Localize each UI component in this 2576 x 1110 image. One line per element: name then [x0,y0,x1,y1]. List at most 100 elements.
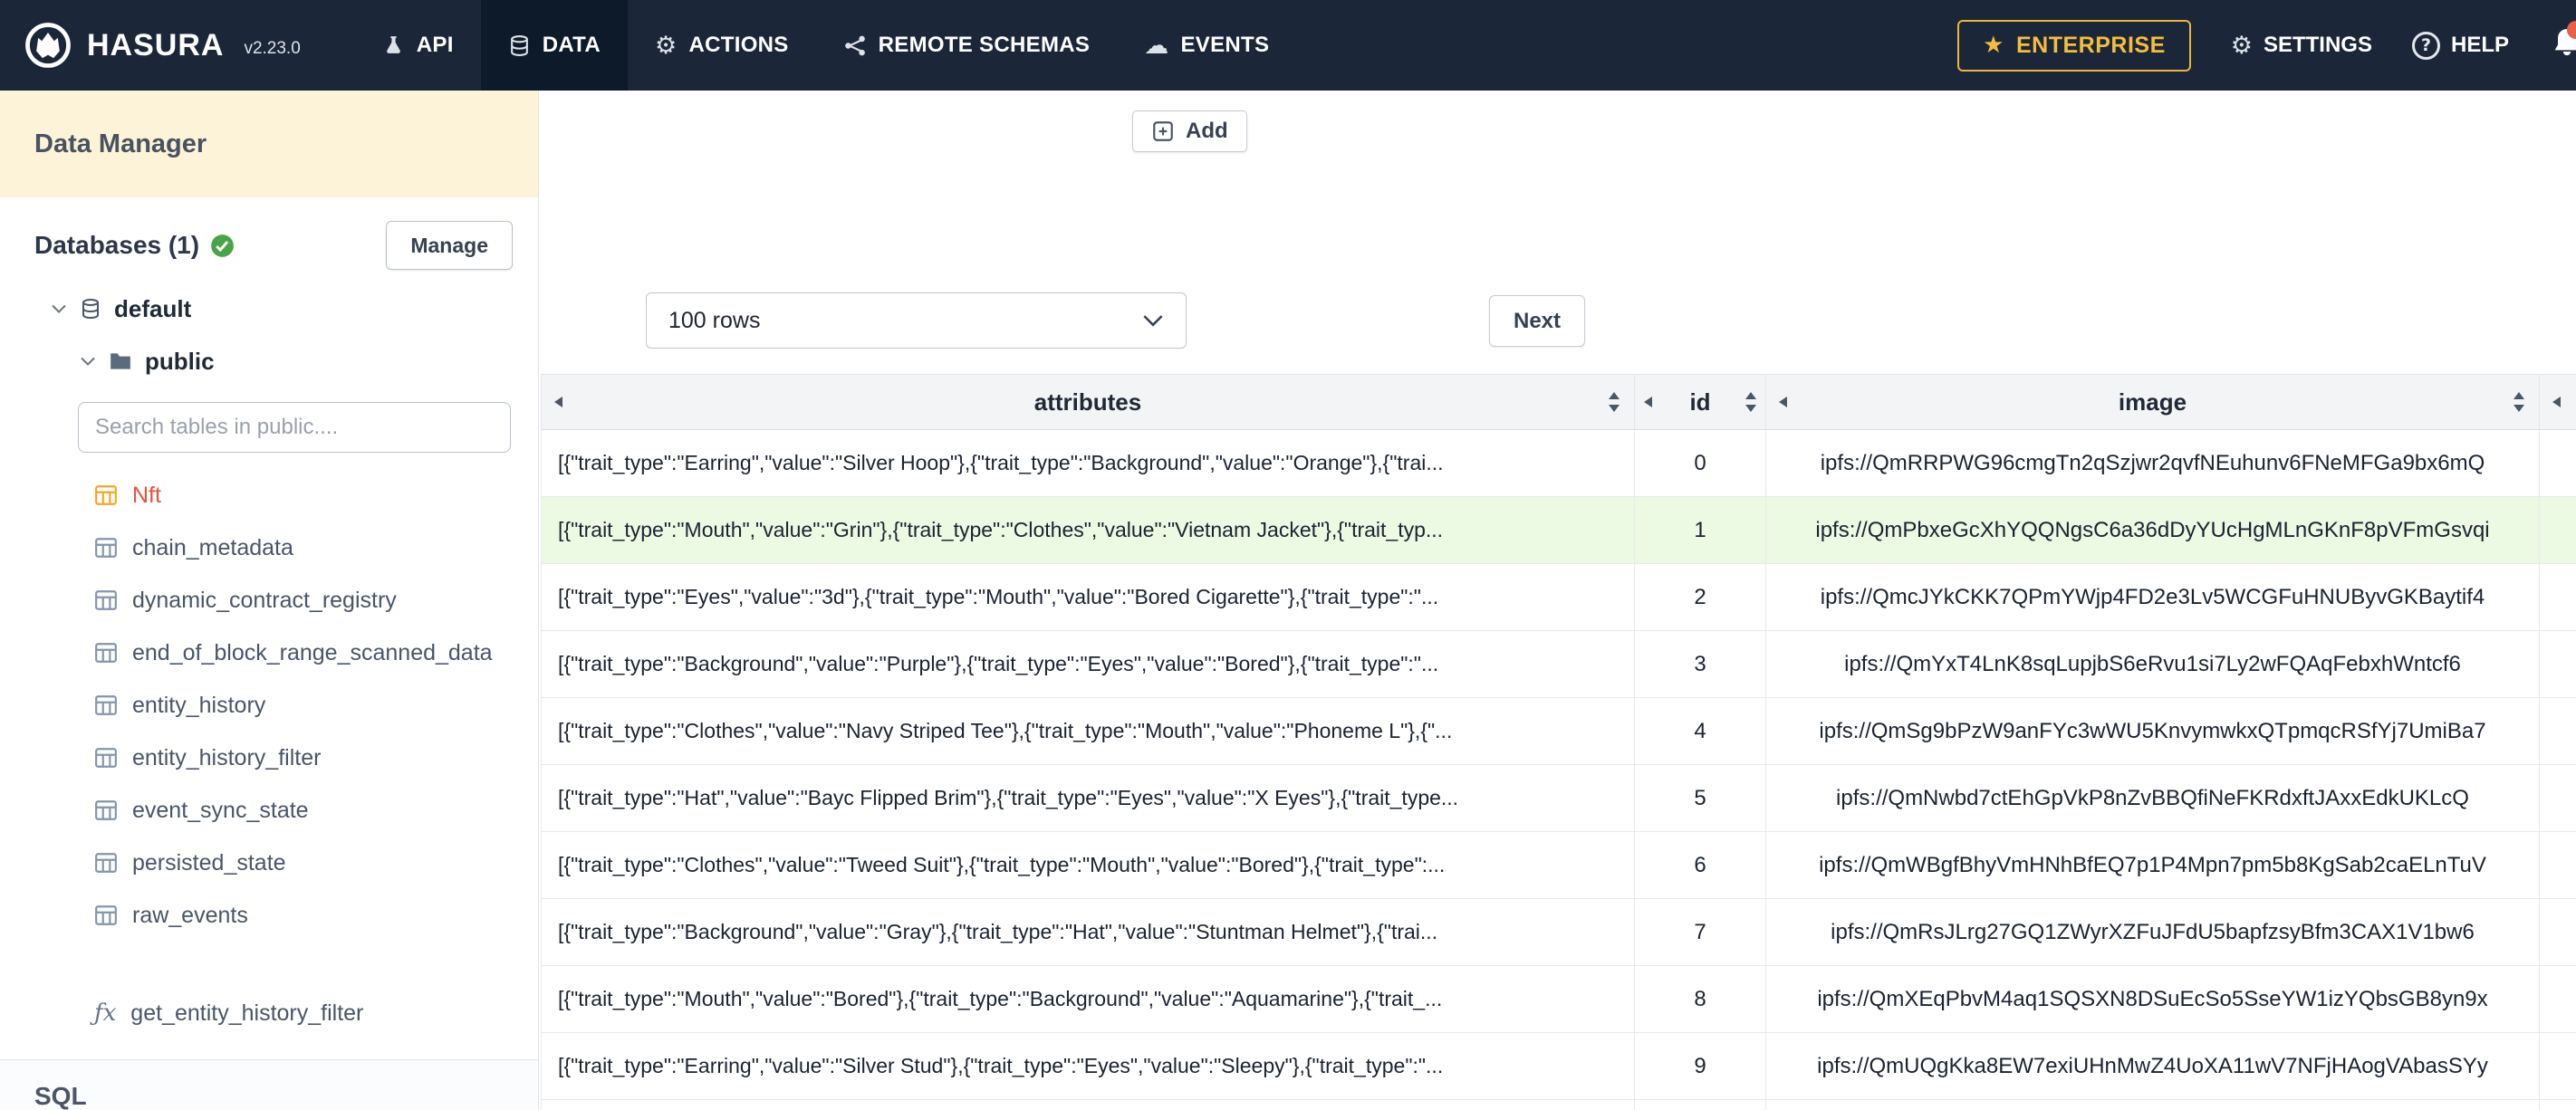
nav-item-events[interactable]: ☁ EVENTS [1117,0,1296,91]
primary-nav: API DATA ⚙ ACTIONS REMOTE SCHEMAS ☁ EVEN… [355,0,1297,91]
sidebar-table-raw-events[interactable]: raw_events [94,889,538,942]
hasura-logo-icon [24,21,72,70]
table-name: chain_metadata [132,534,293,560]
table-icon [94,642,118,664]
column-header-id[interactable]: id [1634,375,1765,429]
nav-item-remote-schemas[interactable]: REMOTE SCHEMAS [816,0,1118,91]
star-icon: ★ [1983,32,2004,59]
hasura-logo[interactable]: HASURA v2.23.0 [24,21,301,70]
gear-icon: ⚙ [2230,31,2253,60]
search-tables-input[interactable] [78,402,511,453]
table-icon [94,694,118,716]
sort-icon[interactable] [1744,390,1758,414]
cell-partial [2539,832,2576,898]
collapse-column-icon[interactable] [1777,395,1789,409]
table-row: [{"trait_type":"Mouth","value":"Bored"},… [541,966,2576,1033]
nav-item-api[interactable]: API [355,0,481,91]
enterprise-button[interactable]: ★ ENTERPRISE [1957,19,2191,72]
column-header-partial[interactable] [2539,375,2576,429]
cell-image: ipfs://QmcJYkCKK7QPmYWjp4FD2e3Lv5WCGFuHN… [1765,564,2539,630]
share-network-icon [843,33,867,58]
sql-section-link[interactable]: SQL [34,1082,98,1110]
cogs-icon: ⚙ [655,31,678,60]
nav-label-actions: ACTIONS [688,33,789,57]
column-header-image[interactable]: image [1765,375,2539,429]
plus-square-icon [1151,120,1175,143]
navbar-right: ★ ENTERPRISE ⚙ SETTINGS ? HELP [1957,19,2576,72]
cell-image: ipfs://QmXEqPbvM4aq1SQSXN8DSuEcSo5SseYW1… [1765,966,2539,1032]
next-page-button[interactable]: Next [1489,295,1586,347]
chevron-down-icon[interactable] [51,303,67,314]
flask-icon [382,33,405,58]
settings-button[interactable]: ⚙ SETTINGS [2231,33,2372,58]
cell-image: ipfs://QmUQgKka8EW7exiUHnMwZ4UoXA11wV7NF… [1765,1033,2539,1099]
cell-attributes: [{"trait_type":"Mouth","value":"Grin"},{… [541,497,1634,563]
cell-attributes: [{"trait_type":"Hat","value":"Bayc Flipp… [541,765,1634,831]
cell-attributes [541,1100,1634,1110]
table-name: raw_events [132,902,248,928]
sidebar-footer: SQL [0,1059,538,1110]
cell-image: ipfs://QmWBgfBhyVmHNhBfEQ7p1P4Mpn7pm5b8K… [1765,832,2539,898]
table-header-row: attributes id image [541,374,2576,430]
table-icon [94,589,118,611]
sidebar-table-entity-history-filter[interactable]: entity_history_filter [94,732,538,784]
sidebar-table-event-sync-state[interactable]: event_sync_state [94,784,538,837]
question-circle-icon: ? [2411,31,2440,60]
tree-node-schema[interactable]: public [80,342,538,380]
collapse-column-icon[interactable] [1642,395,1654,409]
manage-button[interactable]: Manage [386,221,513,270]
brand-name: HASURA [87,27,225,62]
column-header-attributes[interactable]: attributes [541,375,1634,429]
table-name: dynamic_contract_registry [132,587,397,613]
cell-partial [2539,698,2576,764]
cell-id: 0 [1634,430,1765,496]
sort-icon[interactable] [2512,390,2526,414]
function-name: get_entity_history_filter [130,1000,364,1026]
table-icon [94,747,118,769]
cell-partial [2539,631,2576,697]
sidebar-function-get-entity-history-filter[interactable]: ƒx get_entity_history_filter [94,987,538,1039]
cell-id: 1 [1634,497,1765,563]
sidebar-table-entity-history[interactable]: entity_history [94,679,538,732]
nav-label-api: API [416,33,454,57]
column-label: image [2118,388,2187,416]
sidebar-table-end-of-block-range-scanned-data[interactable]: end_of_block_range_scanned_data [94,627,538,679]
chevron-down-icon[interactable] [80,356,96,367]
rows-per-page-select[interactable]: 100 rows [646,292,1187,349]
sidebar-table-dynamic-contract-registry[interactable]: dynamic_contract_registry [94,574,538,627]
nav-item-data[interactable]: DATA [480,0,628,91]
notifications-button[interactable] [2549,21,2576,68]
table-row-partial [541,1100,2576,1110]
cloud-icon: ☁ [1144,31,1169,60]
schema-name: public [145,347,215,375]
add-row-button[interactable]: Add [1132,110,1247,152]
cell-partial [2539,497,2576,563]
nav-item-actions[interactable]: ⚙ ACTIONS [628,0,816,91]
cell-attributes: [{"trait_type":"Background","value":"Pur… [541,631,1634,697]
table-name: Nft [132,482,161,508]
sidebar-table-chain-metadata[interactable]: chain_metadata [94,522,538,574]
databases-label: Databases (1) [34,231,200,259]
sidebar-title: Data Manager [0,91,538,197]
sidebar-table-persisted-state[interactable]: persisted_state [94,837,538,889]
table-row-highlighted: [{"trait_type":"Mouth","value":"Grin"},{… [541,497,2576,564]
cell-partial [2539,899,2576,965]
sidebar-table-nft[interactable]: Nft [94,469,538,522]
table-row: [{"trait_type":"Clothes","value":"Tweed … [541,832,2576,899]
rows-table: attributes id image [{"trait_type":"Earr… [541,374,2576,1110]
collapse-column-icon[interactable] [2551,395,2562,409]
tree-node-database[interactable]: default [51,290,538,328]
cell-id: 6 [1634,832,1765,898]
table-name: entity_history [132,692,266,718]
collapse-column-icon[interactable] [553,395,564,409]
help-button[interactable]: ? HELP [2411,31,2509,60]
sort-icon[interactable] [1607,390,1621,414]
cell-attributes: [{"trait_type":"Earring","value":"Silver… [541,430,1634,496]
table-row: [{"trait_type":"Eyes","value":"3d"},{"tr… [541,564,2576,631]
table-icon [94,799,118,821]
data-sidebar: Data Manager Databases (1) Manage defaul… [0,91,539,1110]
cell-partial [2539,1033,2576,1099]
tables-list: Nft chain_metadata dynamic_contract_regi… [94,469,538,1039]
cell-id: 9 [1634,1033,1765,1099]
cell-partial [2539,430,2576,496]
